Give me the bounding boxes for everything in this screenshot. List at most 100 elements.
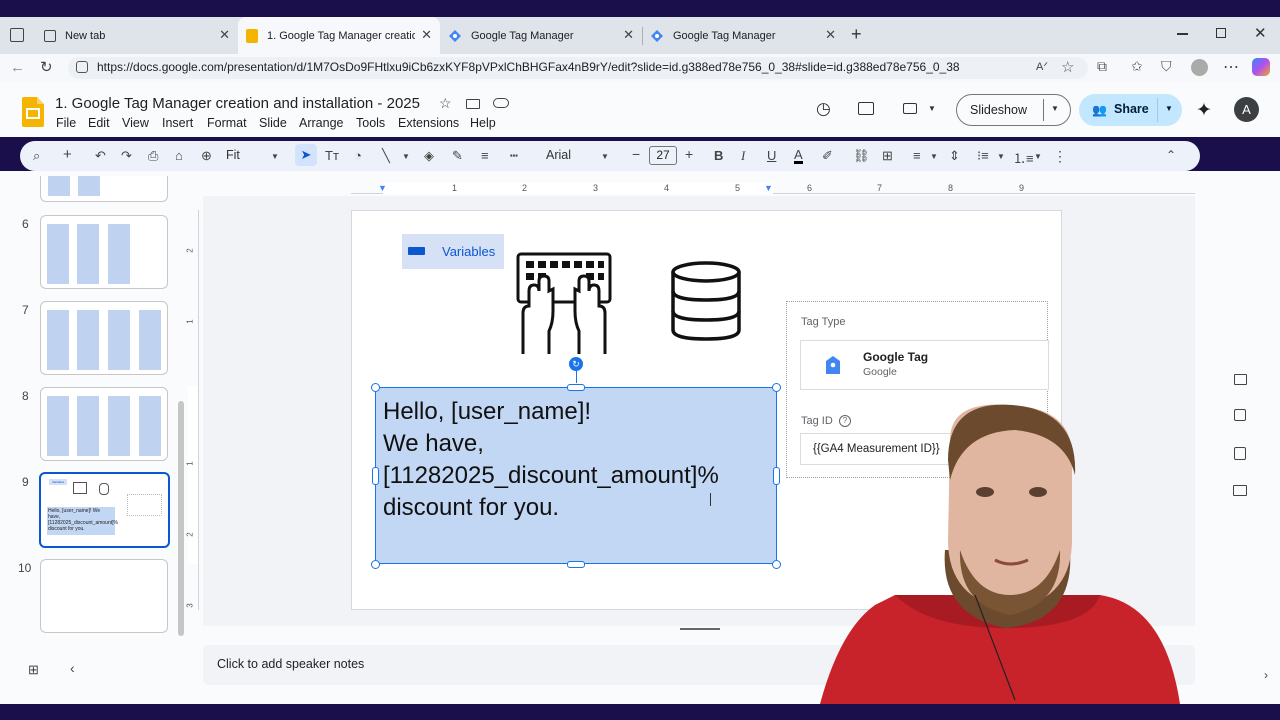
menu-arrange[interactable]: Arrange [299, 116, 343, 130]
slide-thumbnail-partial[interactable] [40, 176, 168, 202]
tab-actions-icon[interactable] [10, 28, 24, 42]
move-folder-icon[interactable] [466, 99, 480, 109]
maximize-window-icon[interactable] [1216, 28, 1226, 38]
resize-handle-top[interactable] [567, 384, 585, 391]
italic-icon[interactable]: I [741, 148, 745, 164]
rotate-handle-icon[interactable]: ↻ [569, 357, 583, 371]
tab-gtm-2[interactable]: Google Tag Manager ✕ [642, 17, 844, 54]
slideshow-dropdown-icon[interactable]: ▼ [1051, 104, 1059, 113]
font-select[interactable]: Arial [546, 148, 571, 162]
menu-extensions[interactable]: Extensions [398, 116, 459, 130]
right-indent-marker[interactable]: ▼ [764, 183, 773, 193]
new-slide-icon[interactable]: + [63, 146, 72, 163]
numbered-list-dropdown-icon[interactable]: ▼ [1034, 152, 1042, 161]
text-box-icon[interactable]: Tт [325, 148, 339, 163]
resize-handle-tl[interactable] [371, 383, 380, 392]
underline-icon[interactable]: U [767, 148, 776, 163]
notes-drag-handle[interactable] [680, 628, 720, 630]
align-dropdown-icon[interactable]: ▼ [930, 152, 938, 161]
text-color-icon[interactable]: A [794, 148, 803, 164]
contacts-icon[interactable] [1234, 447, 1246, 460]
more-options-icon[interactable]: ⋯ [1223, 57, 1239, 77]
grid-view-icon[interactable]: ⊞ [28, 662, 39, 678]
align-icon[interactable]: ≡ [913, 148, 921, 163]
close-tab-icon[interactable]: ✕ [421, 28, 432, 42]
favorite-star-icon[interactable]: ☆ [1061, 58, 1074, 76]
google-slides-logo-icon[interactable] [22, 97, 44, 127]
tasks-icon[interactable] [1234, 409, 1246, 421]
text-box-content[interactable]: Hello, [user_name]! We have, [11282025_d… [383, 396, 719, 524]
line-icon[interactable]: ╲ [382, 148, 390, 164]
menu-tools[interactable]: Tools [356, 116, 385, 130]
menu-help[interactable]: Help [470, 116, 496, 130]
tab-slides-doc[interactable]: 1. Google Tag Manager creation a ✕ [238, 17, 440, 54]
zoom-dropdown-icon[interactable]: ▼ [271, 152, 279, 161]
selected-text-box[interactable]: Hello, [user_name]! We have, [11282025_d… [375, 387, 777, 564]
left-indent-marker[interactable]: ▼ [378, 183, 387, 193]
font-size-input[interactable]: 27 [649, 146, 677, 165]
menu-format[interactable]: Format [207, 116, 247, 130]
gemini-icon[interactable]: ✦ [1196, 99, 1212, 122]
menu-edit[interactable]: Edit [88, 116, 110, 130]
paint-format-icon[interactable]: ⌂ [175, 148, 183, 163]
border-weight-icon[interactable]: ≡ [481, 148, 489, 163]
border-color-icon[interactable]: ✎ [452, 148, 463, 164]
close-tab-icon[interactable]: ✕ [219, 28, 230, 42]
collapse-filmstrip-icon[interactable]: ‹ [70, 660, 75, 676]
slide-thumbnail-8[interactable] [40, 387, 168, 461]
share-dropdown-icon[interactable]: ▼ [1165, 104, 1173, 113]
version-history-icon[interactable]: ◷ [816, 99, 831, 119]
back-icon[interactable]: ← [10, 59, 25, 76]
print-icon[interactable]: ⎙ [148, 148, 158, 164]
slideshow-button[interactable]: Slideshow ▼ [956, 94, 1071, 126]
menu-file[interactable]: File [56, 116, 76, 130]
browser-essentials-icon[interactable]: ⛉ [1161, 58, 1172, 75]
bulleted-list-dropdown-icon[interactable]: ▼ [997, 152, 1005, 161]
copilot-icon[interactable] [1252, 58, 1270, 76]
menu-slide[interactable]: Slide [259, 116, 287, 130]
comments-icon[interactable] [858, 102, 874, 115]
increase-font-size-icon[interactable]: + [685, 146, 693, 162]
fill-color-icon[interactable]: ◈ [424, 148, 434, 164]
slide-thumbnail-10[interactable] [40, 559, 168, 633]
close-tab-icon[interactable]: ✕ [623, 28, 634, 42]
slide-thumbnail-6[interactable] [40, 215, 168, 289]
decrease-font-size-icon[interactable]: − [632, 146, 640, 162]
zoom-icon[interactable]: ⊕ [201, 148, 212, 164]
insert-link-icon[interactable]: ⛓ [853, 148, 870, 164]
star-icon[interactable]: ☆ [439, 95, 452, 112]
shape-icon[interactable]: ◔ [354, 148, 362, 163]
line-dropdown-icon[interactable]: ▼ [402, 152, 410, 161]
bulleted-list-icon[interactable]: ⁝≡ [977, 148, 989, 164]
bold-icon[interactable]: B [714, 148, 723, 163]
account-avatar[interactable]: A [1234, 97, 1259, 122]
folder-icon[interactable] [1233, 485, 1247, 496]
variables-chip[interactable]: Variables [402, 234, 504, 269]
border-dash-icon[interactable]: ┅ [510, 148, 518, 164]
select-tool-icon[interactable]: ➤ [295, 144, 317, 166]
favorites-icon[interactable]: ✩ [1131, 58, 1143, 75]
side-panel-toggle-icon[interactable]: › [1264, 668, 1268, 682]
filmstrip-scrollbar[interactable] [178, 401, 184, 636]
new-tab-button[interactable]: + [851, 24, 862, 45]
font-dropdown-icon[interactable]: ▼ [601, 152, 609, 161]
cloud-status-icon[interactable] [493, 98, 509, 108]
site-info-icon[interactable] [76, 61, 88, 73]
slide-thumbnail-7[interactable] [40, 301, 168, 375]
profile-icon[interactable] [1191, 59, 1208, 76]
document-title[interactable]: 1. Google Tag Manager creation and insta… [55, 95, 420, 112]
url-text[interactable]: https://docs.google.com/presentation/d/1… [97, 60, 960, 74]
tag-type-card[interactable]: Google Tag Google [800, 340, 1049, 390]
redo-icon[interactable]: ↷ [121, 148, 132, 164]
resize-handle-right[interactable] [773, 467, 780, 485]
line-spacing-icon[interactable]: ⇕ [949, 148, 960, 164]
resize-handle-bottom[interactable] [567, 561, 585, 568]
menu-insert[interactable]: Insert [162, 116, 193, 130]
add-comment-icon[interactable]: ⊞ [882, 148, 893, 164]
read-aloud-icon[interactable]: Aᐟ [1036, 60, 1048, 73]
share-button[interactable]: 👥 Share ▼ [1079, 94, 1182, 126]
extensions-icon[interactable]: ⧉ [1097, 58, 1107, 75]
collapse-toolbar-icon[interactable]: ⌃ [1166, 148, 1176, 162]
slide-thumbnail-9-selected[interactable]: Variables Hello, [user_name]! We have, [… [39, 472, 170, 548]
close-window-icon[interactable]: ✕ [1254, 24, 1267, 42]
